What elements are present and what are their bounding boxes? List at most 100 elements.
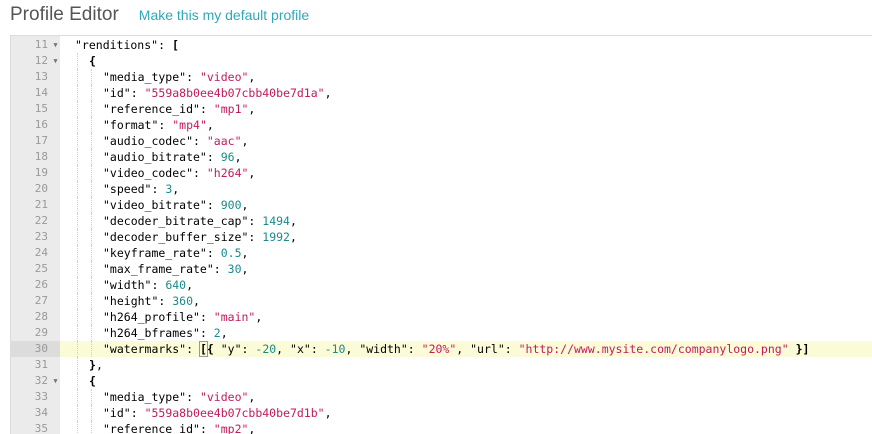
code-line[interactable]: 29 "h264_bframes": 2,: [11, 325, 872, 341]
make-default-profile-link[interactable]: Make this my default profile: [139, 2, 309, 28]
indent-guide: [77, 85, 78, 101]
code-token: "http://www.mysite.com/companylogo.png": [518, 342, 789, 356]
indent-guide: [77, 53, 78, 69]
page-header: Profile Editor Make this my default prof…: [10, 0, 309, 30]
code-line[interactable]: 26 "width": 640,: [11, 277, 872, 293]
code-line[interactable]: 18 "audio_bitrate": 96,: [11, 149, 872, 165]
code-text: "width": 640,: [103, 277, 193, 293]
code-line[interactable]: 23 "decoder_buffer_size": 1992,: [11, 229, 872, 245]
code-token: ,: [289, 214, 297, 228]
code-token: :: [199, 102, 214, 116]
code-token: :: [248, 230, 263, 244]
code-text: "watermarks": [{ "y": -20, "x": -10, "wi…: [103, 341, 809, 357]
code-text: "decoder_buffer_size": 1992,: [103, 229, 297, 245]
code-token: :: [199, 310, 214, 324]
indent-guide: [77, 165, 78, 181]
indent-guide: [77, 181, 78, 197]
code-line[interactable]: 31},: [11, 357, 872, 373]
code-token: ,: [172, 182, 180, 196]
code-line[interactable]: 16 "format": "mp4",: [11, 117, 872, 133]
code-token: "height": [103, 294, 159, 308]
code-token: 1992: [262, 230, 290, 244]
indent-guide: [77, 101, 78, 117]
line-number: 24: [34, 246, 48, 259]
code-text: "audio_bitrate": 96,: [103, 149, 242, 165]
fold-toggle-icon[interactable]: ▼: [51, 373, 60, 389]
code-line[interactable]: 35 "reference_id": "mp2",: [11, 421, 872, 434]
indent-guide: [91, 421, 92, 434]
line-number: 25: [34, 262, 48, 275]
code-token: 30: [227, 262, 242, 276]
code-line[interactable]: 19 "video_codec": "h264",: [11, 165, 872, 181]
code-token: ,: [248, 422, 256, 434]
code-line[interactable]: 17 "audio_codec": "aac",: [11, 133, 872, 149]
indent-guide: [91, 293, 92, 309]
code-token: "audio_bitrate": [103, 150, 207, 164]
code-token: :: [193, 134, 207, 148]
line-number: 22: [34, 214, 48, 227]
code-token: "h264_bframes": [103, 326, 200, 340]
code-line[interactable]: 11 ▼ "renditions": [: [11, 37, 872, 53]
code-token: ,: [248, 166, 256, 180]
code-token: "keyframe_rate": [103, 246, 207, 260]
code-line[interactable]: 28 "h264_profile": "main",: [11, 309, 872, 325]
code-line[interactable]: 20 "speed": 3,: [11, 181, 872, 197]
code-token: "559a8b0ee4b07cbb40be7d1a": [144, 86, 325, 100]
code-text: "id": "559a8b0ee4b07cbb40be7d1b",: [103, 405, 332, 421]
indent-guide: [91, 101, 92, 117]
code-token: "speed": [103, 182, 152, 196]
code-token: ,: [186, 278, 194, 292]
code-line[interactable]: 32 ▼{: [11, 373, 872, 389]
code-line[interactable]: 33 "media_type": "video",: [11, 389, 872, 405]
code-text: "reference_id": "mp1",: [103, 101, 255, 117]
code-line[interactable]: 21 "video_bitrate": 900,: [11, 197, 872, 213]
indent-guide: [91, 405, 92, 421]
code-token: ,: [248, 102, 256, 116]
code-text: },: [89, 357, 103, 373]
code-token: "max_frame_rate": [103, 262, 214, 276]
code-token: ,: [345, 342, 360, 356]
code-text: "renditions": [: [75, 37, 179, 53]
code-text: {: [89, 373, 96, 389]
code-line[interactable]: 12 ▼{: [11, 53, 872, 69]
code-token: {: [89, 54, 96, 68]
indent-guide: [91, 229, 92, 245]
indent-guide: [77, 277, 78, 293]
code-line[interactable]: 25 "max_frame_rate": 30,: [11, 261, 872, 277]
code-token: :: [213, 262, 228, 276]
code-line[interactable]: 22 "decoder_bitrate_cap": 1494,: [11, 213, 872, 229]
line-number: 34: [34, 406, 48, 419]
code-token: ,: [289, 230, 297, 244]
code-token: "reference_id": [103, 422, 200, 434]
code-token: ,: [276, 342, 291, 356]
line-number: 31: [34, 358, 48, 371]
code-token: "audio_codec": [103, 134, 194, 148]
code-token: 1494: [262, 214, 290, 228]
code-text: "max_frame_rate": 30,: [103, 261, 248, 277]
indent-guide: [91, 261, 92, 277]
code-line[interactable]: 13 "media_type": "video",: [11, 69, 872, 85]
indent-guide: [77, 421, 78, 434]
code-line[interactable]: 34 "id": "559a8b0ee4b07cbb40be7d1b",: [11, 405, 872, 421]
indent-guide: [77, 229, 78, 245]
indent-guide: [91, 149, 92, 165]
code-text: "video_bitrate": 900,: [103, 197, 248, 213]
code-token: :: [199, 422, 214, 434]
code-line[interactable]: 24 "keyframe_rate": 0.5,: [11, 245, 872, 261]
code-token: "width": [103, 278, 152, 292]
code-editor[interactable]: 11 ▼ "renditions": [12 ▼{13 "media_type": "v…: [10, 35, 872, 434]
code-line[interactable]: 15 "reference_id": "mp1",: [11, 101, 872, 117]
code-token: :: [151, 182, 166, 196]
line-number: 16: [34, 118, 48, 131]
code-token: :: [407, 342, 422, 356]
fold-toggle-icon[interactable]: ▼: [51, 53, 60, 69]
code-token: "decoder_buffer_size": [103, 230, 249, 244]
indent-guide: [91, 325, 92, 341]
fold-toggle-icon[interactable]: ▼: [51, 37, 60, 53]
code-token: "video": [199, 390, 249, 404]
code-line[interactable]: 27 "height": 360,: [11, 293, 872, 309]
code-text: "speed": 3,: [103, 181, 179, 197]
code-line[interactable]: 14 "id": "559a8b0ee4b07cbb40be7d1a",: [11, 85, 872, 101]
code-line[interactable]: 30 "watermarks": [{ "y": -20, "x": -10, "…: [11, 341, 872, 357]
code-text: "video_codec": "h264",: [103, 165, 255, 181]
